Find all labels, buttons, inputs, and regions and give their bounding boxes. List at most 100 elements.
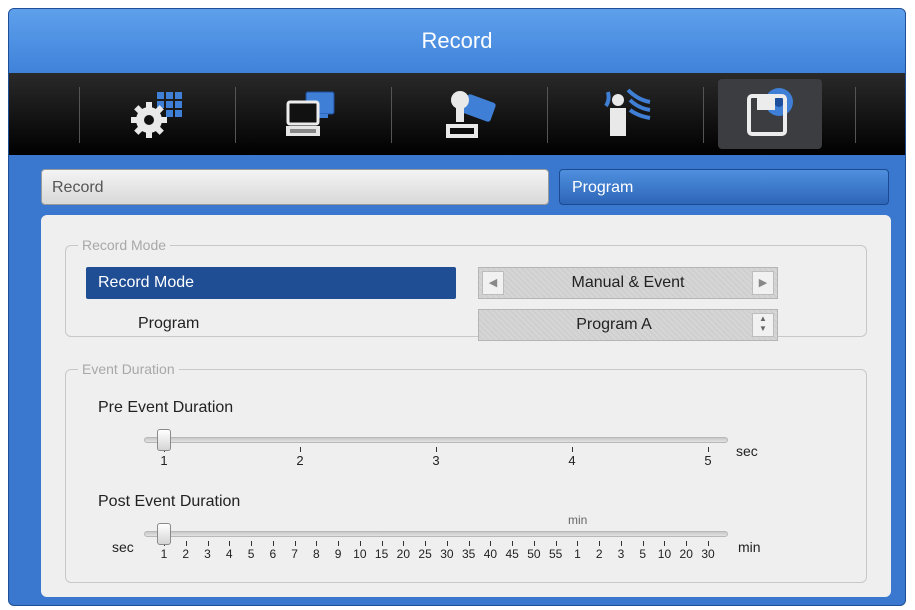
post-event-tick — [446, 541, 448, 546]
post-event-tick-label: 1 — [160, 547, 168, 561]
post-event-tick — [664, 541, 666, 546]
post-event-prefix-unit: sec — [112, 539, 134, 555]
post-event-tick — [468, 541, 470, 546]
post-event-tick-label: 4 — [225, 547, 233, 561]
tab-record[interactable]: Record — [41, 169, 549, 205]
program-label: Program — [138, 315, 200, 332]
post-event-tick — [316, 541, 318, 546]
post-event-tick-label: 35 — [461, 547, 476, 561]
event-duration-legend: Event Duration — [82, 361, 175, 377]
event-duration-group: Event Duration Pre Event Duration Post E… — [65, 361, 867, 583]
post-event-tick — [512, 541, 514, 546]
category-toolbar — [9, 73, 905, 155]
pre-event-tick-label: 5 — [704, 453, 712, 468]
post-event-tick-label: 6 — [269, 547, 277, 561]
pre-event-unit: sec — [736, 443, 758, 459]
post-event-tick-label: 50 — [527, 547, 541, 561]
post-event-tick-label: 20 — [679, 547, 693, 561]
record-window: Record Record Program Record Mode Record… — [8, 8, 906, 606]
toolbar-separator — [391, 87, 392, 143]
chevron-right-icon[interactable]: ▶ — [752, 271, 774, 295]
toolbar-system-button[interactable] — [82, 79, 232, 149]
post-event-tick — [555, 541, 557, 546]
system-settings-icon — [131, 92, 182, 138]
post-event-tick-label: 20 — [396, 547, 411, 561]
post-event-thumb[interactable] — [157, 523, 171, 545]
pre-event-tick — [708, 447, 709, 452]
pre-event-track[interactable] — [144, 437, 728, 443]
post-event-tick-label: 45 — [505, 547, 519, 561]
chevron-left-icon[interactable]: ◀ — [482, 271, 504, 295]
record-mode-group: Record Mode Record Mode ◀ Manual & Event… — [65, 237, 867, 341]
post-event-tick-label: 2 — [182, 547, 190, 561]
post-event-tick — [207, 541, 209, 546]
post-event-tick — [708, 541, 709, 546]
post-event-tick-label: 10 — [353, 547, 367, 561]
tab-program[interactable]: Program — [559, 169, 889, 205]
toolbar-network-button[interactable] — [238, 79, 388, 149]
pre-event-tick-label: 1 — [160, 453, 168, 468]
post-event-tick — [686, 541, 688, 546]
toolbar-separator — [79, 87, 80, 143]
post-event-tick — [185, 541, 187, 546]
panel-tabs: Record Program — [41, 169, 891, 207]
pre-event-label: Pre Event Duration — [98, 399, 234, 416]
post-event-tick-label: 40 — [483, 547, 498, 561]
toolbar-separator — [855, 87, 856, 143]
post-event-unit: min — [738, 539, 761, 555]
toolbar-alarm-button[interactable] — [550, 79, 700, 149]
post-event-tick-label: 8 — [312, 547, 320, 561]
toolbar-camera-button[interactable] — [394, 79, 544, 149]
record-storage-icon — [747, 88, 793, 136]
post-event-tick-label: 5 — [639, 547, 647, 561]
post-event-tick-label: 30 — [440, 547, 454, 561]
post-event-tick — [229, 541, 231, 546]
post-event-tick-label: 15 — [374, 547, 389, 561]
post-event-tick — [599, 541, 601, 546]
toolbar-separator — [703, 87, 704, 143]
pre-event-tick-label: 2 — [296, 453, 304, 468]
post-event-tick-label: 55 — [548, 547, 563, 561]
post-event-tick-label: 30 — [701, 547, 715, 561]
post-event-tick — [294, 541, 296, 546]
post-event-tick — [490, 541, 492, 546]
post-event-tick — [338, 541, 340, 546]
up-down-icon[interactable]: ▲ ▼ — [752, 313, 774, 337]
post-event-tick — [642, 541, 644, 546]
post-event-tick-label: 3 — [204, 547, 211, 561]
post-event-tick — [577, 541, 579, 546]
pre-event-tick-label: 3 — [432, 453, 440, 468]
program-value: Program A — [576, 316, 652, 333]
post-event-tick-label: 1 — [574, 547, 581, 561]
post-event-tick — [251, 541, 253, 546]
post-event-tick-label: 25 — [418, 547, 432, 561]
window-title: Record — [9, 9, 905, 73]
post-event-tick — [425, 541, 427, 546]
post-event-track[interactable] — [144, 531, 728, 537]
camera-icon — [446, 91, 496, 138]
post-event-tick-label: 10 — [657, 547, 672, 561]
toolbar-separator — [547, 87, 548, 143]
post-event-tick-label: 9 — [334, 547, 342, 561]
network-icon — [286, 91, 335, 136]
record-mode-label[interactable]: Record Mode — [86, 267, 456, 299]
post-event-tick-label: 2 — [595, 547, 603, 561]
toolbar-separator — [235, 87, 236, 143]
post-event-tick-label: 7 — [291, 547, 298, 561]
toolbar-record-button[interactable] — [718, 79, 822, 149]
pre-event-tick — [300, 447, 301, 452]
post-event-tick-label: 5 — [247, 547, 255, 561]
pre-event-tick — [436, 447, 437, 452]
post-event-tick-label: 3 — [617, 547, 625, 561]
pre-event-tick-label: 4 — [568, 453, 576, 468]
settings-content: Record Mode Record Mode ◀ Manual & Event… — [41, 215, 891, 597]
record-mode-selector[interactable]: ◀ Manual & Event ▶ — [478, 267, 778, 299]
record-mode-legend: Record Mode — [82, 237, 167, 253]
pre-event-thumb[interactable] — [157, 429, 171, 451]
pre-event-tick — [572, 447, 573, 452]
program-select[interactable]: Program A ▲ ▼ — [478, 309, 778, 341]
post-event-tick — [403, 541, 405, 546]
post-event-tick — [381, 541, 383, 546]
post-event-tick — [533, 541, 535, 546]
post-event-label: Post Event Duration — [98, 493, 241, 510]
